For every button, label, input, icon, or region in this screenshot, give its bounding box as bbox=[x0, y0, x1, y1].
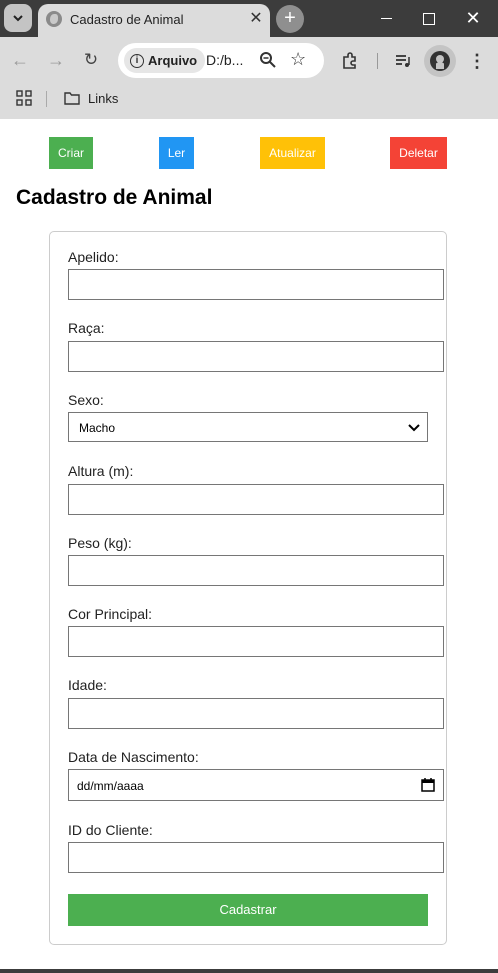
ler-button[interactable]: Ler bbox=[159, 137, 194, 169]
animal-form: Apelido: Raça: Sexo: Macho Altura (m): P… bbox=[49, 231, 447, 945]
data-nascimento-label: Data de Nascimento: bbox=[68, 749, 199, 765]
cadastrar-button[interactable]: Cadastrar bbox=[68, 894, 428, 926]
url-text[interactable]: D:/b... bbox=[206, 52, 243, 68]
address-bar[interactable]: i Arquivo D:/b... ☆ bbox=[118, 43, 324, 78]
idade-label: Idade: bbox=[68, 677, 107, 693]
minimize-window-button[interactable] bbox=[372, 6, 402, 30]
chevron-down-icon bbox=[408, 424, 420, 432]
back-icon[interactable]: ← bbox=[9, 49, 31, 71]
close-tab-icon[interactable]: ✕ bbox=[246, 9, 266, 29]
sexo-select[interactable]: Macho bbox=[68, 412, 428, 442]
bookmark-folder-links[interactable]: Links bbox=[88, 91, 118, 106]
apps-grid-icon[interactable] bbox=[16, 90, 32, 106]
more-menu-icon[interactable]: ⋮ bbox=[468, 50, 486, 72]
id-cliente-label: ID do Cliente: bbox=[68, 822, 153, 838]
reload-icon[interactable]: ↻ bbox=[80, 49, 102, 71]
data-nascimento-input[interactable]: dd/mm/aaaa bbox=[68, 769, 444, 801]
bookmarks-divider bbox=[46, 91, 47, 107]
tab-search-button[interactable] bbox=[4, 4, 32, 32]
calendar-icon[interactable] bbox=[421, 778, 435, 792]
new-tab-button[interactable]: + bbox=[276, 5, 304, 33]
apelido-input[interactable] bbox=[68, 269, 444, 300]
zoom-icon[interactable] bbox=[259, 51, 277, 69]
tab-title: Cadastro de Animal bbox=[70, 12, 184, 27]
date-placeholder: dd/mm/aaaa bbox=[77, 779, 144, 793]
peso-input[interactable] bbox=[68, 555, 444, 586]
site-info-chip[interactable]: i Arquivo bbox=[124, 48, 206, 73]
site-info-label: Arquivo bbox=[148, 53, 198, 68]
deletar-button[interactable]: Deletar bbox=[390, 137, 447, 169]
media-control-icon[interactable] bbox=[394, 52, 412, 70]
maximize-window-button[interactable] bbox=[414, 6, 444, 30]
raca-label: Raça: bbox=[68, 320, 105, 336]
window-bottom-edge bbox=[0, 969, 498, 973]
sexo-label: Sexo: bbox=[68, 392, 104, 408]
raca-input[interactable] bbox=[68, 341, 444, 372]
bookmark-star-icon[interactable]: ☆ bbox=[290, 49, 306, 70]
page-title: Cadastro de Animal bbox=[16, 186, 213, 209]
browser-toolbar: ← → ↻ i Arquivo D:/b... ☆ ⋮ bbox=[0, 37, 498, 84]
altura-input[interactable] bbox=[68, 484, 444, 515]
page-content: Criar Ler Atualizar Deletar Cadastro de … bbox=[0, 119, 498, 973]
profile-avatar-icon[interactable] bbox=[424, 45, 456, 77]
folder-icon bbox=[64, 92, 80, 105]
info-icon: i bbox=[130, 53, 144, 68]
bookmarks-bar: Links bbox=[0, 84, 498, 119]
browser-tab[interactable]: Cadastro de Animal ✕ bbox=[38, 4, 270, 37]
chevron-down-icon bbox=[13, 15, 23, 22]
peso-label: Peso (kg): bbox=[68, 535, 132, 551]
close-window-button[interactable]: ✕ bbox=[458, 6, 488, 30]
cor-principal-input[interactable] bbox=[68, 626, 444, 657]
sexo-selected-value: Macho bbox=[79, 421, 116, 435]
globe-icon bbox=[46, 11, 62, 27]
cor-principal-label: Cor Principal: bbox=[68, 606, 153, 622]
apelido-label: Apelido: bbox=[68, 249, 119, 265]
idade-input[interactable] bbox=[68, 698, 444, 729]
forward-icon[interactable]: → bbox=[45, 49, 67, 71]
extensions-icon[interactable] bbox=[340, 51, 360, 71]
criar-button[interactable]: Criar bbox=[49, 137, 93, 169]
atualizar-button[interactable]: Atualizar bbox=[260, 137, 325, 169]
toolbar-divider bbox=[377, 53, 378, 69]
id-cliente-input[interactable] bbox=[68, 842, 444, 873]
altura-label: Altura (m): bbox=[68, 463, 134, 479]
browser-titlebar: Cadastro de Animal ✕ + ✕ bbox=[0, 0, 498, 37]
